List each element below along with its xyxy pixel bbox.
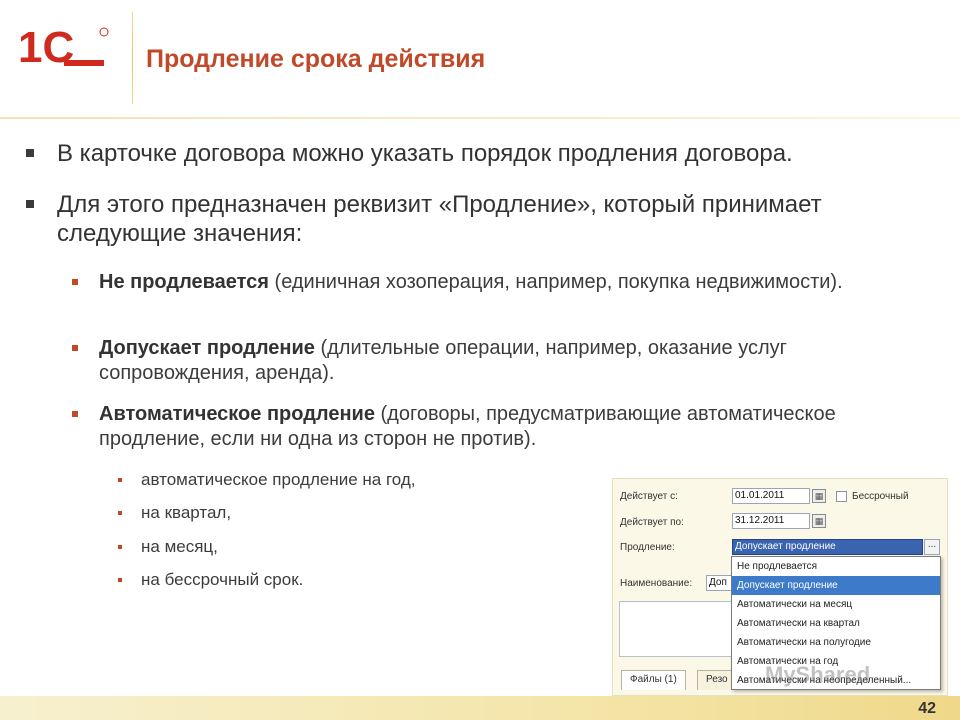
indefinite-checkbox[interactable] xyxy=(836,491,847,502)
slide-footer xyxy=(0,696,960,720)
calendar-icon[interactable]: ▦ xyxy=(812,514,826,528)
extension-label: Продление: xyxy=(620,542,675,553)
bullet-square-icon xyxy=(72,279,78,285)
dropdown-option[interactable]: Автоматически на квартал xyxy=(732,614,940,633)
slide-header: 1С Продление срока действия xyxy=(0,0,960,119)
value-desc: (единичная хозоперация, например, покупк… xyxy=(268,271,843,293)
bullet-square-icon xyxy=(118,511,122,515)
bullet-square-icon xyxy=(72,411,78,417)
dots-button[interactable]: ... xyxy=(924,539,940,555)
bullet-square-icon xyxy=(26,200,34,208)
name-label: Наименование: xyxy=(620,578,693,589)
valid-to-label: Действует по: xyxy=(620,517,684,528)
header-divider xyxy=(132,12,133,104)
bullet-square-icon xyxy=(118,545,122,549)
value-term: Не продлевается xyxy=(99,271,269,293)
calendar-icon[interactable]: ▦ xyxy=(812,489,826,503)
header-rule xyxy=(0,117,960,119)
1c-logo-icon: 1С xyxy=(18,24,109,68)
tab-files[interactable]: Файлы (1) xyxy=(621,670,686,690)
value-term: Автоматическое продление xyxy=(99,403,375,425)
extension-select[interactable]: Допускает продление xyxy=(732,539,923,555)
indefinite-label: Бессрочный xyxy=(852,491,909,502)
dropdown-option[interactable]: Автоматически на месяц xyxy=(732,595,940,614)
valid-from-field[interactable]: 01.01.2011 xyxy=(732,488,810,504)
dropdown-option[interactable]: Автоматически на полугодие xyxy=(732,633,940,652)
bullet-square-icon xyxy=(118,478,122,482)
bullet-text: Для этого предназначен реквизит «Продлен… xyxy=(57,191,822,247)
valid-to-field[interactable]: 31.12.2011 xyxy=(732,513,810,529)
page-number: 42 xyxy=(918,700,936,717)
value-term: Допускает продление xyxy=(99,337,315,359)
valid-from-label: Действует с: xyxy=(620,491,678,502)
watermark: MyShared xyxy=(765,662,871,687)
comment-textarea[interactable] xyxy=(619,601,739,657)
slide-title: Продление срока действия xyxy=(146,45,486,73)
dropdown-option-selected[interactable]: Допускает продление xyxy=(732,576,940,595)
dropdown-option[interactable]: Не продлевается xyxy=(732,557,940,576)
bullet-square-icon xyxy=(26,149,34,157)
bullet-square-icon xyxy=(118,578,122,582)
bullet-square-icon xyxy=(72,345,78,351)
bullet-text: В карточке договора можно указать порядо… xyxy=(57,140,793,167)
